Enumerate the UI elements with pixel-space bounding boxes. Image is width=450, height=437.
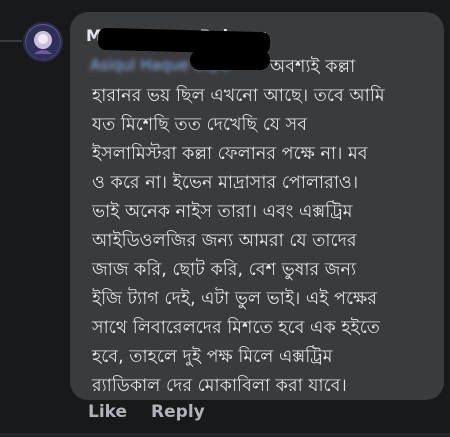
bottom-divider — [0, 433, 450, 437]
comment-text-line: সাথে লিবারেলদের মিশতে হবে এক হইতে — [92, 318, 380, 338]
comment-text-line: যত মিশেছি তত দেখেছি যে সব — [92, 115, 308, 135]
comment-thread: MD Mostary Rahman Asiqul Haque Sajib অবশ… — [0, 0, 450, 437]
comment-text-line: হবে, তাহলে দুই পক্ষ মিলে এক্সট্রিম — [92, 347, 333, 367]
comment-text-line: আইডিওলজির জন্য আমরা যে তাদের — [92, 231, 357, 251]
avatar-image — [26, 25, 60, 59]
comment-text-line: ও করে না। ইভেন মাদ্রাসার পোলারাও। — [92, 173, 359, 193]
avatar[interactable] — [25, 24, 61, 60]
comment-text-line: হারানর ভয় ছিল এখনো আছে। তবে আমি — [92, 86, 385, 106]
comment-text-line: জাজ করি, ছোট করি, বেশ ভুষার জন্য — [92, 260, 357, 280]
comment-actions: Like Reply — [88, 402, 205, 422]
comment-text-line: ইসলামিস্টরা কল্লা ফেলানর পক্ষে না। মব — [92, 144, 368, 164]
comment-text-line: ইজি ট্যাগ দেই, এটা ভুল ভাই। এই পক্ষের — [92, 289, 377, 309]
reply-button[interactable]: Reply — [151, 402, 205, 422]
comment-text-line: ভাই অনেক নাইস তারা। এবং এক্সট্রিম — [92, 202, 353, 222]
comment-text-line: র‍্যাডিকাল দের মোকাবিলা করা যাবে। — [92, 376, 347, 396]
thread-connector-line — [0, 40, 22, 42]
comment-text-line: অবশ্যই কল্লা — [270, 57, 356, 77]
comment-body: অবশ্যই কল্লা হারানর ভয় ছিল এখনো আছে। তব… — [92, 53, 437, 401]
like-button[interactable]: Like — [88, 402, 127, 422]
